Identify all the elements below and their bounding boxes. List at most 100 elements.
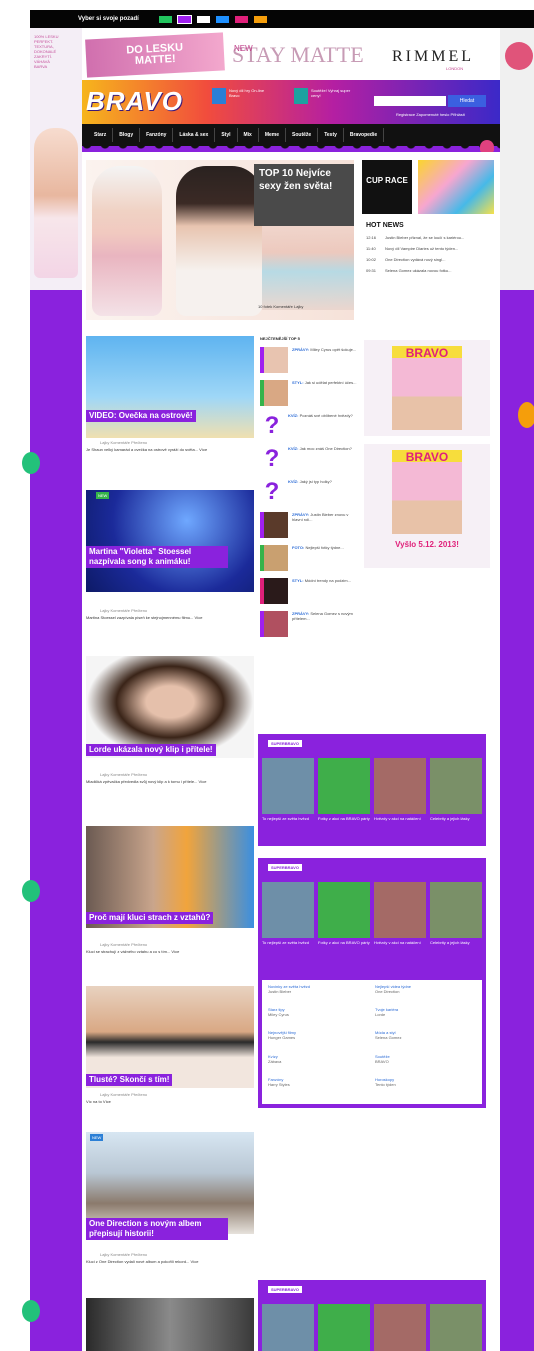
top5-item[interactable]: ? KVÍZ: Jaký jsi typ holky? — [260, 479, 360, 512]
search-input[interactable] — [374, 96, 446, 106]
module-link[interactable]: Kvízy Zábava — [268, 1054, 369, 1074]
module-link[interactable]: Tvoje kariéra Lorde — [375, 1007, 476, 1027]
module-link[interactable]: Nejlepší videa týdne One Direction — [375, 984, 476, 1004]
magazine-promo[interactable]: BRAVO — [364, 340, 490, 436]
left-skyscraper-ad[interactable]: 100% LESKU PERFEKT. TEXTURA, DOKONALÉ ZA… — [30, 28, 82, 290]
module-link[interactable]: Nejnovější filmy Hunger Games — [268, 1030, 369, 1050]
article-title[interactable]: One Direction s novým albem přepisují hi… — [86, 1218, 228, 1240]
module-link[interactable]: Fanzóny Harry Styles — [268, 1077, 369, 1097]
module-caption[interactable]: Celebrity a jejich lásky — [430, 816, 482, 821]
article-title[interactable]: Martina "Violetta" Stoessel nazpívala so… — [86, 546, 228, 568]
magazine-promo[interactable]: BRAVO Vyšlo 5.12. 2013! — [364, 444, 490, 568]
module-image[interactable] — [430, 758, 482, 814]
article-title[interactable]: VIDEO: Ovečka na ostrově! — [86, 410, 196, 422]
item-thumb — [260, 380, 288, 406]
item-text: FOTO: Nejlepší fotky týdne... — [292, 545, 344, 578]
masthead-promo-2[interactable]: Soutěže! Vyhraj super ceny! — [294, 88, 351, 104]
top5-item[interactable]: ? KVÍZ: Jak moc znáš One Direction? — [260, 446, 360, 479]
module-captions: To nejlepší ze světa hvězd Fotky z akcí … — [262, 816, 482, 821]
article-card[interactable] — [86, 1298, 254, 1351]
nav-item[interactable]: Testy — [318, 128, 344, 142]
hot-news-item[interactable]: 11:40 Nový díl Vampire Diaries už tento t… — [366, 246, 496, 251]
item-category: KVÍZ: — [288, 479, 299, 484]
swatch-pink[interactable] — [234, 15, 248, 23]
module-image[interactable] — [430, 1304, 482, 1351]
top5-item[interactable]: ZPRÁVY: Selena Gomez s novým přítelem... — [260, 611, 360, 644]
nav-item[interactable]: Styl — [215, 128, 238, 142]
hero-image-3 — [262, 214, 354, 310]
module-image[interactable] — [430, 882, 482, 938]
nav-item[interactable]: Láska & sex — [173, 128, 216, 142]
article-meta: Lajky Komentáře Přečteno — [100, 608, 148, 613]
swatch-white[interactable] — [196, 15, 210, 23]
module-caption[interactable]: Fotky z akcí na BRAVO párty — [318, 940, 370, 945]
module-image[interactable] — [318, 1304, 370, 1351]
party-ad[interactable] — [418, 160, 494, 214]
article-title[interactable]: Lorde ukázala nový klip i přítele! — [86, 744, 216, 756]
module-link[interactable]: Starz tipy Miley Cyrus — [268, 1007, 369, 1027]
module-link[interactable]: Soutěže BRAVO — [375, 1054, 476, 1074]
masthead-promo-1[interactable]: Nový díl hry On-line Bravo — [212, 88, 269, 104]
swatch-purple[interactable] — [176, 14, 192, 24]
search-button[interactable]: Hledat — [448, 95, 486, 107]
lip-gloss-ad[interactable]: DO LESKU MATTE! — [85, 32, 225, 78]
module-caption[interactable]: To nejlepší ze světa hvězd — [262, 816, 314, 821]
module-caption[interactable]: To nejlepší ze světa hvězd — [262, 940, 314, 945]
top5-item[interactable]: ZPRÁVY: Miley Cyrus opět šokuje... — [260, 347, 360, 380]
article-card[interactable]: Proč mají kluci strach z vztahů? Lajky K… — [86, 826, 254, 954]
article-card[interactable]: Tlusté? Skončí s tím! Lajky Komentáře Př… — [86, 986, 254, 1104]
hot-news-item[interactable]: 12:16 Justin Bieber přiznal, že se loučí … — [366, 235, 496, 240]
module-caption[interactable]: Celebrity a jejich lásky — [430, 940, 482, 945]
item-text: ZPRÁVY: Justin Bieber znovu v hlavní rol… — [292, 512, 360, 545]
hot-news-item[interactable]: 09:31 Selena Gomez ukázala novou fotku... — [366, 268, 496, 273]
swatch-orange[interactable] — [253, 15, 267, 23]
nav-item[interactable]: Soutěže — [286, 128, 319, 142]
nav-item[interactable]: Mix — [238, 128, 259, 142]
top5-item[interactable]: ? KVÍZ: Poznáš své oblíbené hvězdy? — [260, 413, 360, 446]
account-links[interactable]: Registrace Zapomenuté heslo Přihlásit — [396, 112, 465, 117]
decor-swirl — [22, 452, 40, 474]
stay-matte-ad[interactable]: NEW STAY MATTE — [232, 40, 382, 74]
item-headline: Jaký jsi typ holky? — [299, 479, 332, 484]
module-image[interactable] — [262, 758, 314, 814]
hero-meta: 10 fotek Komentáře Lajky — [258, 304, 304, 309]
hero-title[interactable]: TOP 10 Nejvíce sexy žen světa! — [254, 164, 354, 226]
top5-item[interactable]: STYL: Módní trendy na podzim... — [260, 578, 360, 611]
rimmel-logo[interactable]: RIMMEL — [392, 48, 474, 66]
module-image[interactable] — [374, 1304, 426, 1351]
most-read-top5: NEJČTENĚJŠÍ TOP 5 ZPRÁVY: Miley Cyrus op… — [260, 336, 360, 644]
article-card[interactable]: NEW One Direction s novým albem přepisuj… — [86, 1132, 254, 1264]
article-meta: Lajky Komentáře Přečteno — [100, 942, 148, 947]
top5-item[interactable]: FOTO: Nejlepší fotky týdne... — [260, 545, 360, 578]
hot-news-item[interactable]: 10:02 One Direction vydává nový singl... — [366, 257, 496, 262]
nav-item[interactable]: Starz — [88, 128, 114, 142]
nav-item[interactable]: Fanzóny — [140, 128, 174, 142]
article-card[interactable]: Lorde ukázala nový klip i přítele! Lajky… — [86, 656, 254, 784]
link-sub: One Direction — [375, 989, 400, 994]
module-image[interactable] — [318, 882, 370, 938]
module-image[interactable] — [374, 758, 426, 814]
top5-item[interactable]: STYL: Jak si udělat perfektní účes... — [260, 380, 360, 413]
module-link[interactable]: Móda a styl Selena Gomez — [375, 1030, 476, 1050]
cup-race-ad[interactable]: CUP RACE — [362, 160, 412, 214]
nav-item[interactable]: Blogy — [113, 128, 141, 142]
module-caption[interactable]: Hvězdy v akci na natáčení — [374, 940, 426, 945]
module-link[interactable]: Novinky ze světa hvězd Justin Bieber — [268, 984, 369, 1004]
module-caption[interactable]: Hvězdy v akci na natáčení — [374, 816, 426, 821]
swatch-blue[interactable] — [215, 15, 229, 23]
article-card[interactable]: NEW Martina "Violetta" Stoessel nazpíval… — [86, 490, 254, 620]
swatch-green[interactable] — [158, 15, 172, 23]
module-caption[interactable]: Fotky z akcí na BRAVO párty — [318, 816, 370, 821]
top5-item[interactable]: ZPRÁVY: Justin Bieber znovu v hlavní rol… — [260, 512, 360, 545]
nav-item[interactable]: Meme — [259, 128, 287, 142]
article-card[interactable]: VIDEO: Ovečka na ostrově! Lajky Komentář… — [86, 336, 254, 452]
module-image[interactable] — [262, 882, 314, 938]
article-title[interactable]: Proč mají kluci strach z vztahů? — [86, 912, 214, 924]
module-image[interactable] — [374, 882, 426, 938]
module-image[interactable] — [318, 758, 370, 814]
module-link[interactable]: Horoskopy Tento týden — [375, 1077, 476, 1097]
nav-item[interactable]: Bravopedie — [344, 128, 385, 142]
bravo-logo[interactable]: BRAVO — [86, 86, 183, 117]
module-image[interactable] — [262, 1304, 314, 1351]
article-title[interactable]: Tlusté? Skončí s tím! — [86, 1074, 173, 1086]
